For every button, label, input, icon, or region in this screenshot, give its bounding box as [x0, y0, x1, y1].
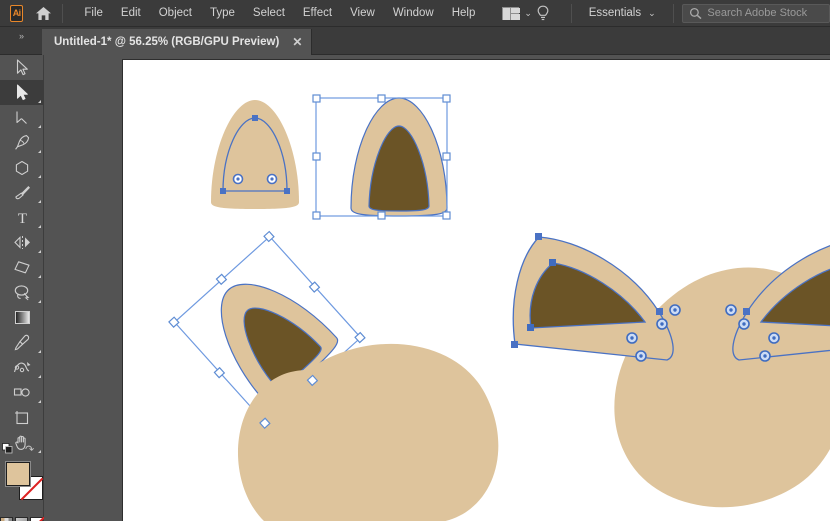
- tool-flyout-indicator: [38, 200, 41, 203]
- tool-flyout-indicator: [38, 400, 41, 403]
- menu-item-object[interactable]: Object: [150, 4, 201, 22]
- selection-tool[interactable]: [0, 55, 44, 80]
- menubar-divider-3: [672, 3, 674, 23]
- menu-item-effect[interactable]: Effect: [294, 4, 341, 22]
- paintbrush-tool[interactable]: [0, 180, 44, 205]
- none-mode-button[interactable]: [30, 517, 43, 521]
- fill-stroke-control[interactable]: ↷: [0, 443, 44, 513]
- swap-fill-stroke-icon[interactable]: ↷: [25, 443, 37, 456]
- document-tab-bar: » Untitled-1* @ 56.25% (RGB/GPU Preview)…: [0, 27, 830, 55]
- pen-icon: [14, 135, 29, 150]
- workspace-switcher[interactable]: Essentials ⌄: [581, 3, 664, 23]
- tool-flyout-indicator: [38, 225, 41, 228]
- direct-selection-tool[interactable]: [0, 80, 44, 105]
- symbol-sprayer-icon: [13, 387, 30, 397]
- color-swatch-mode-button[interactable]: [0, 517, 13, 521]
- menu-items: File Edit Object Type Select Effect View…: [75, 4, 484, 22]
- menu-bar: Ai File Edit Object Type Select Effect V…: [0, 0, 830, 27]
- lasso-icon: [14, 285, 30, 301]
- ear-shape-bbox: [315, 97, 448, 217]
- lasso-tool[interactable]: [0, 280, 44, 305]
- menu-item-edit[interactable]: Edit: [112, 4, 150, 22]
- ear-left-of-head: [512, 236, 674, 361]
- menu-item-file[interactable]: File: [75, 4, 112, 22]
- symbol-sprayer-tool[interactable]: [0, 380, 44, 405]
- shape-builder-tool[interactable]: [0, 255, 44, 280]
- illustrator-window: Ai File Edit Object Type Select Effect V…: [0, 0, 830, 521]
- eyedropper-icon: [14, 334, 29, 351]
- tool-flyout-indicator: [38, 175, 41, 178]
- arrange-documents-icon: [502, 6, 521, 20]
- gradient-tool[interactable]: [0, 305, 44, 330]
- tool-flyout-indicator: [38, 450, 41, 453]
- reflect-icon: [13, 236, 30, 249]
- blend-tool[interactable]: [0, 355, 44, 380]
- artboard-tool[interactable]: [0, 405, 44, 430]
- polygon-icon: [15, 160, 29, 175]
- shape-builder-icon: [14, 261, 30, 274]
- stock-search-field[interactable]: Search Adobe Stock: [682, 3, 830, 23]
- artwork-svg: [168, 94, 830, 521]
- menu-item-help[interactable]: Help: [443, 4, 485, 22]
- eyedropper-tool[interactable]: [0, 330, 44, 355]
- menu-divider: [61, 3, 63, 23]
- artboard-icon: [15, 410, 29, 424]
- magic-wand-tool[interactable]: [0, 105, 44, 130]
- artboard[interactable]: [122, 59, 830, 521]
- workspace-label: Essentials: [588, 7, 642, 19]
- type-tool[interactable]: T: [0, 205, 44, 230]
- tool-flyout-indicator: [38, 150, 41, 153]
- tool-flyout-indicator: [38, 300, 41, 303]
- type-icon: T: [17, 211, 26, 226]
- lightbulb-icon[interactable]: [536, 5, 550, 22]
- close-icon[interactable]: ✕: [292, 36, 302, 48]
- search-icon: [690, 7, 702, 19]
- canvas-area[interactable]: [44, 55, 830, 521]
- selection-arrow-icon: [16, 59, 28, 76]
- ai-logo-icon: Ai: [10, 4, 24, 22]
- arrange-documents-button[interactable]: ⌄: [498, 4, 536, 23]
- color-mode-buttons: [0, 517, 43, 521]
- menu-item-type[interactable]: Type: [201, 4, 244, 22]
- menu-item-window[interactable]: Window: [384, 4, 443, 22]
- direct-selection-arrow-icon: [16, 84, 28, 101]
- tools-panel: T ↷: [0, 55, 44, 521]
- gradient-mode-button[interactable]: [15, 517, 28, 521]
- tool-flyout-indicator: [38, 375, 41, 378]
- chevron-down-icon: ⌄: [648, 7, 656, 18]
- menu-item-select[interactable]: Select: [244, 4, 294, 22]
- chevron-down-icon: ⌄: [524, 7, 532, 18]
- svg-text:T: T: [17, 211, 26, 226]
- tool-flyout-indicator: [38, 125, 41, 128]
- tool-flyout-indicator: [38, 100, 41, 103]
- reflect-tool[interactable]: [0, 230, 44, 255]
- fill-swatch[interactable]: [6, 462, 30, 486]
- tool-flyout-indicator: [38, 275, 41, 278]
- shape-tool[interactable]: [0, 155, 44, 180]
- pen-tool[interactable]: [0, 130, 44, 155]
- menu-item-view[interactable]: View: [341, 4, 384, 22]
- gradient-icon: [14, 311, 30, 324]
- blend-icon: [13, 361, 30, 372]
- magic-wand-icon: [15, 111, 27, 124]
- tool-flyout-indicator: [38, 350, 41, 353]
- stock-search-placeholder: Search Adobe Stock: [707, 7, 808, 19]
- document-tab-title: Untitled-1* @ 56.25% (RGB/GPU Preview): [54, 36, 280, 48]
- menubar-divider-2: [570, 3, 572, 23]
- home-icon[interactable]: [34, 1, 52, 25]
- default-fill-stroke-icon: [2, 443, 13, 454]
- tool-flyout-indicator: [38, 250, 41, 253]
- document-tab[interactable]: Untitled-1* @ 56.25% (RGB/GPU Preview) ✕: [42, 29, 313, 55]
- paintbrush-icon: [14, 186, 30, 200]
- panel-collapse-button[interactable]: »: [3, 29, 39, 42]
